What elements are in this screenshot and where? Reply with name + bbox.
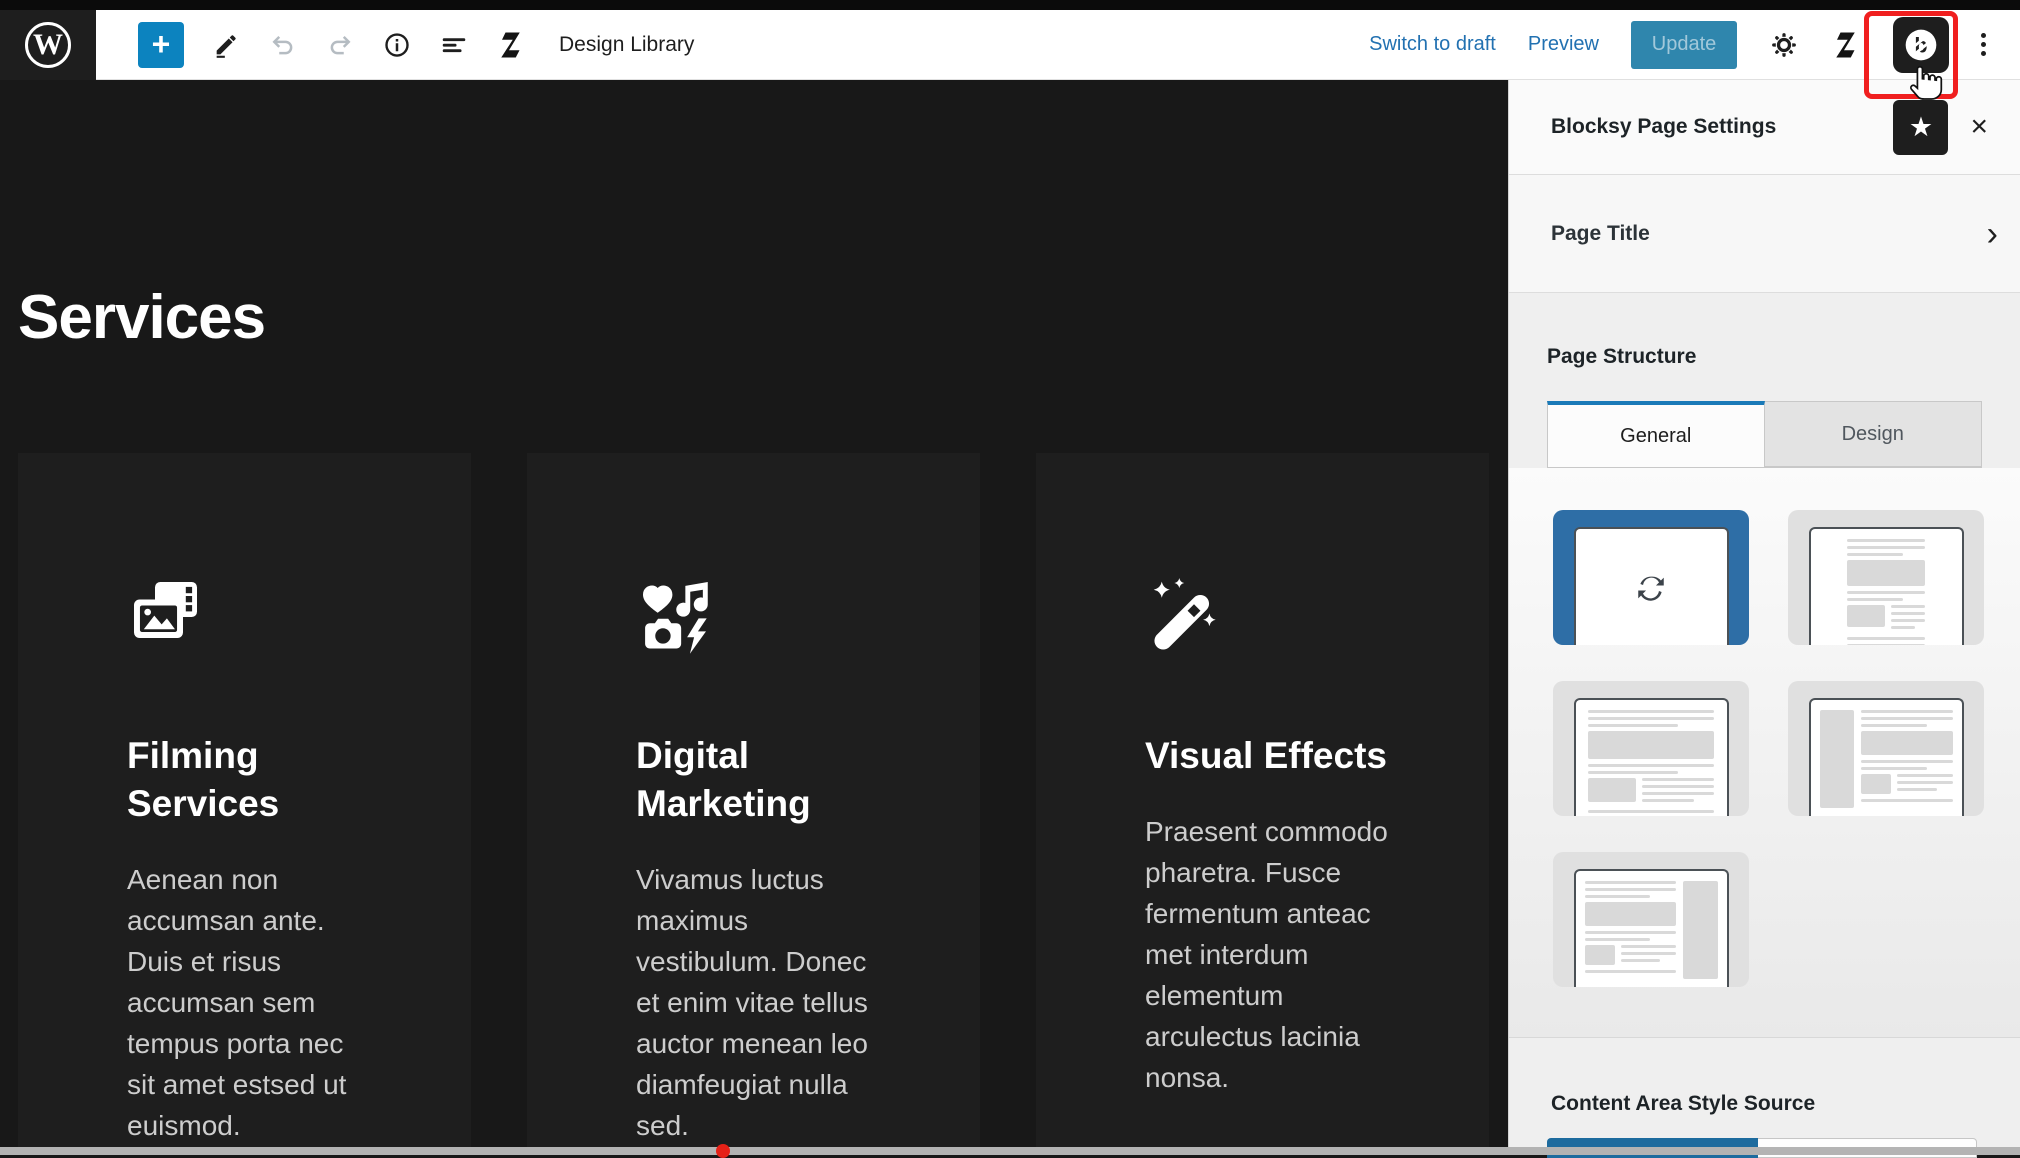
- details-button[interactable]: [382, 30, 412, 60]
- chevron-right-icon: ›: [1986, 214, 1998, 253]
- info-icon: [385, 32, 409, 57]
- list-view-button[interactable]: [439, 30, 469, 60]
- tab-design[interactable]: Design: [1764, 401, 1982, 467]
- preview-link[interactable]: Preview: [1528, 33, 1599, 56]
- star-icon: ★: [1908, 111, 1934, 142]
- film-photo-icon: [134, 582, 197, 638]
- wordpress-logo-icon: W: [25, 21, 71, 68]
- card-title[interactable]: Filming Services: [127, 732, 387, 828]
- magic-wand-icon: [1153, 578, 1216, 650]
- structure-option-right-sidebar[interactable]: [1553, 852, 1749, 987]
- card-title[interactable]: Digital Marketing: [636, 732, 896, 828]
- top-letterbox: [0, 0, 2020, 10]
- settings-button[interactable]: [1769, 30, 1799, 60]
- card-body[interactable]: Praesent commodo pharetra. Fusce ferment…: [1145, 811, 1407, 1098]
- page-title-label: Page Title: [1551, 221, 1650, 245]
- structure-option-narrow-width[interactable]: [1788, 510, 1984, 645]
- options-menu-button[interactable]: [1981, 33, 1986, 56]
- service-card-filming[interactable]: Filming Services Aenean non accumsan ant…: [18, 453, 471, 1147]
- redo-button[interactable]: [325, 30, 355, 60]
- card-body[interactable]: Vivamus luctus maximus vestibulum. Donec…: [636, 859, 898, 1146]
- sidebar-left-bar: [1819, 710, 1855, 808]
- card-body[interactable]: Aenean non accumsan ante. Duis et risus …: [127, 859, 389, 1146]
- panel-title: Blocksy Page Settings: [1551, 115, 1777, 138]
- blocksy-icon: b: [1905, 29, 1937, 60]
- structure-option-normal-width[interactable]: [1553, 681, 1749, 816]
- redo-icon: [330, 35, 351, 54]
- structure-option-inherit-customizer[interactable]: [1553, 510, 1749, 645]
- stackable-icon: [501, 32, 520, 57]
- content-area-style-source-label: Content Area Style Source: [1551, 1092, 1816, 1115]
- editor-toolbar: W + Design Library Switch to draft Previ…: [0, 9, 2020, 80]
- update-button[interactable]: Update: [1631, 20, 1737, 69]
- service-card-visual-effects[interactable]: Visual Effects Praesent commodo pharetra…: [1036, 453, 1489, 1147]
- undo-button[interactable]: [268, 30, 298, 60]
- wordpress-menu-button[interactable]: W: [0, 9, 96, 80]
- close-icon: ×: [1970, 110, 1988, 143]
- toolbar-right-group: Switch to draft Preview Update b: [1369, 16, 2020, 73]
- stackable-settings-button[interactable]: [1831, 30, 1861, 60]
- close-panel-button[interactable]: ×: [1964, 112, 1994, 142]
- plus-icon: +: [151, 26, 171, 62]
- stackable-icon: [1836, 32, 1855, 57]
- tab-general[interactable]: General: [1547, 401, 1765, 467]
- panel-header: Blocksy Page Settings ★ ×: [1509, 80, 2020, 175]
- structure-tabs: General Design: [1547, 401, 1982, 468]
- sidebar-right-bar: [1682, 881, 1718, 979]
- divider: [1509, 1037, 2020, 1038]
- service-card-digital-marketing[interactable]: Digital Marketing Vivamus luctus maximus…: [527, 453, 980, 1147]
- structure-option-left-sidebar[interactable]: [1788, 681, 1984, 816]
- page-title-row[interactable]: Page Title ›: [1509, 175, 2020, 293]
- edit-tool-button[interactable]: [211, 30, 241, 60]
- page-structure-label: Page Structure: [1547, 345, 1697, 368]
- video-progress-bar[interactable]: [0, 1147, 2020, 1155]
- editor-canvas: Services Filming Services Aenean non acc…: [0, 80, 1508, 1147]
- list-view-icon: [442, 37, 466, 52]
- pencil-icon: [216, 34, 236, 58]
- design-library-label[interactable]: Design Library: [559, 33, 694, 57]
- add-block-button[interactable]: +: [138, 21, 184, 68]
- refresh-icon: [1638, 576, 1664, 601]
- social-media-icon: [643, 582, 708, 654]
- video-playhead[interactable]: [716, 1144, 730, 1158]
- page-structure-section: Page Structure General Design Content Ar…: [1509, 345, 2020, 1158]
- blocksy-settings-panel: Blocksy Page Settings ★ × Page Title › P…: [1508, 80, 2020, 1158]
- blocksy-settings-button[interactable]: b: [1893, 16, 1949, 73]
- design-library-button[interactable]: [496, 30, 526, 60]
- gear-icon: [1772, 32, 1796, 57]
- switch-to-draft-link[interactable]: Switch to draft: [1369, 33, 1496, 56]
- undo-icon: [272, 35, 293, 54]
- favorite-button[interactable]: ★: [1893, 99, 1949, 155]
- page-structure-options: [1553, 510, 1984, 987]
- structure-tab-content: [1509, 468, 2020, 1037]
- toolbar-left-group: + Design Library: [96, 21, 694, 68]
- card-title[interactable]: Visual Effects: [1145, 732, 1405, 780]
- page-heading[interactable]: Services: [18, 282, 266, 353]
